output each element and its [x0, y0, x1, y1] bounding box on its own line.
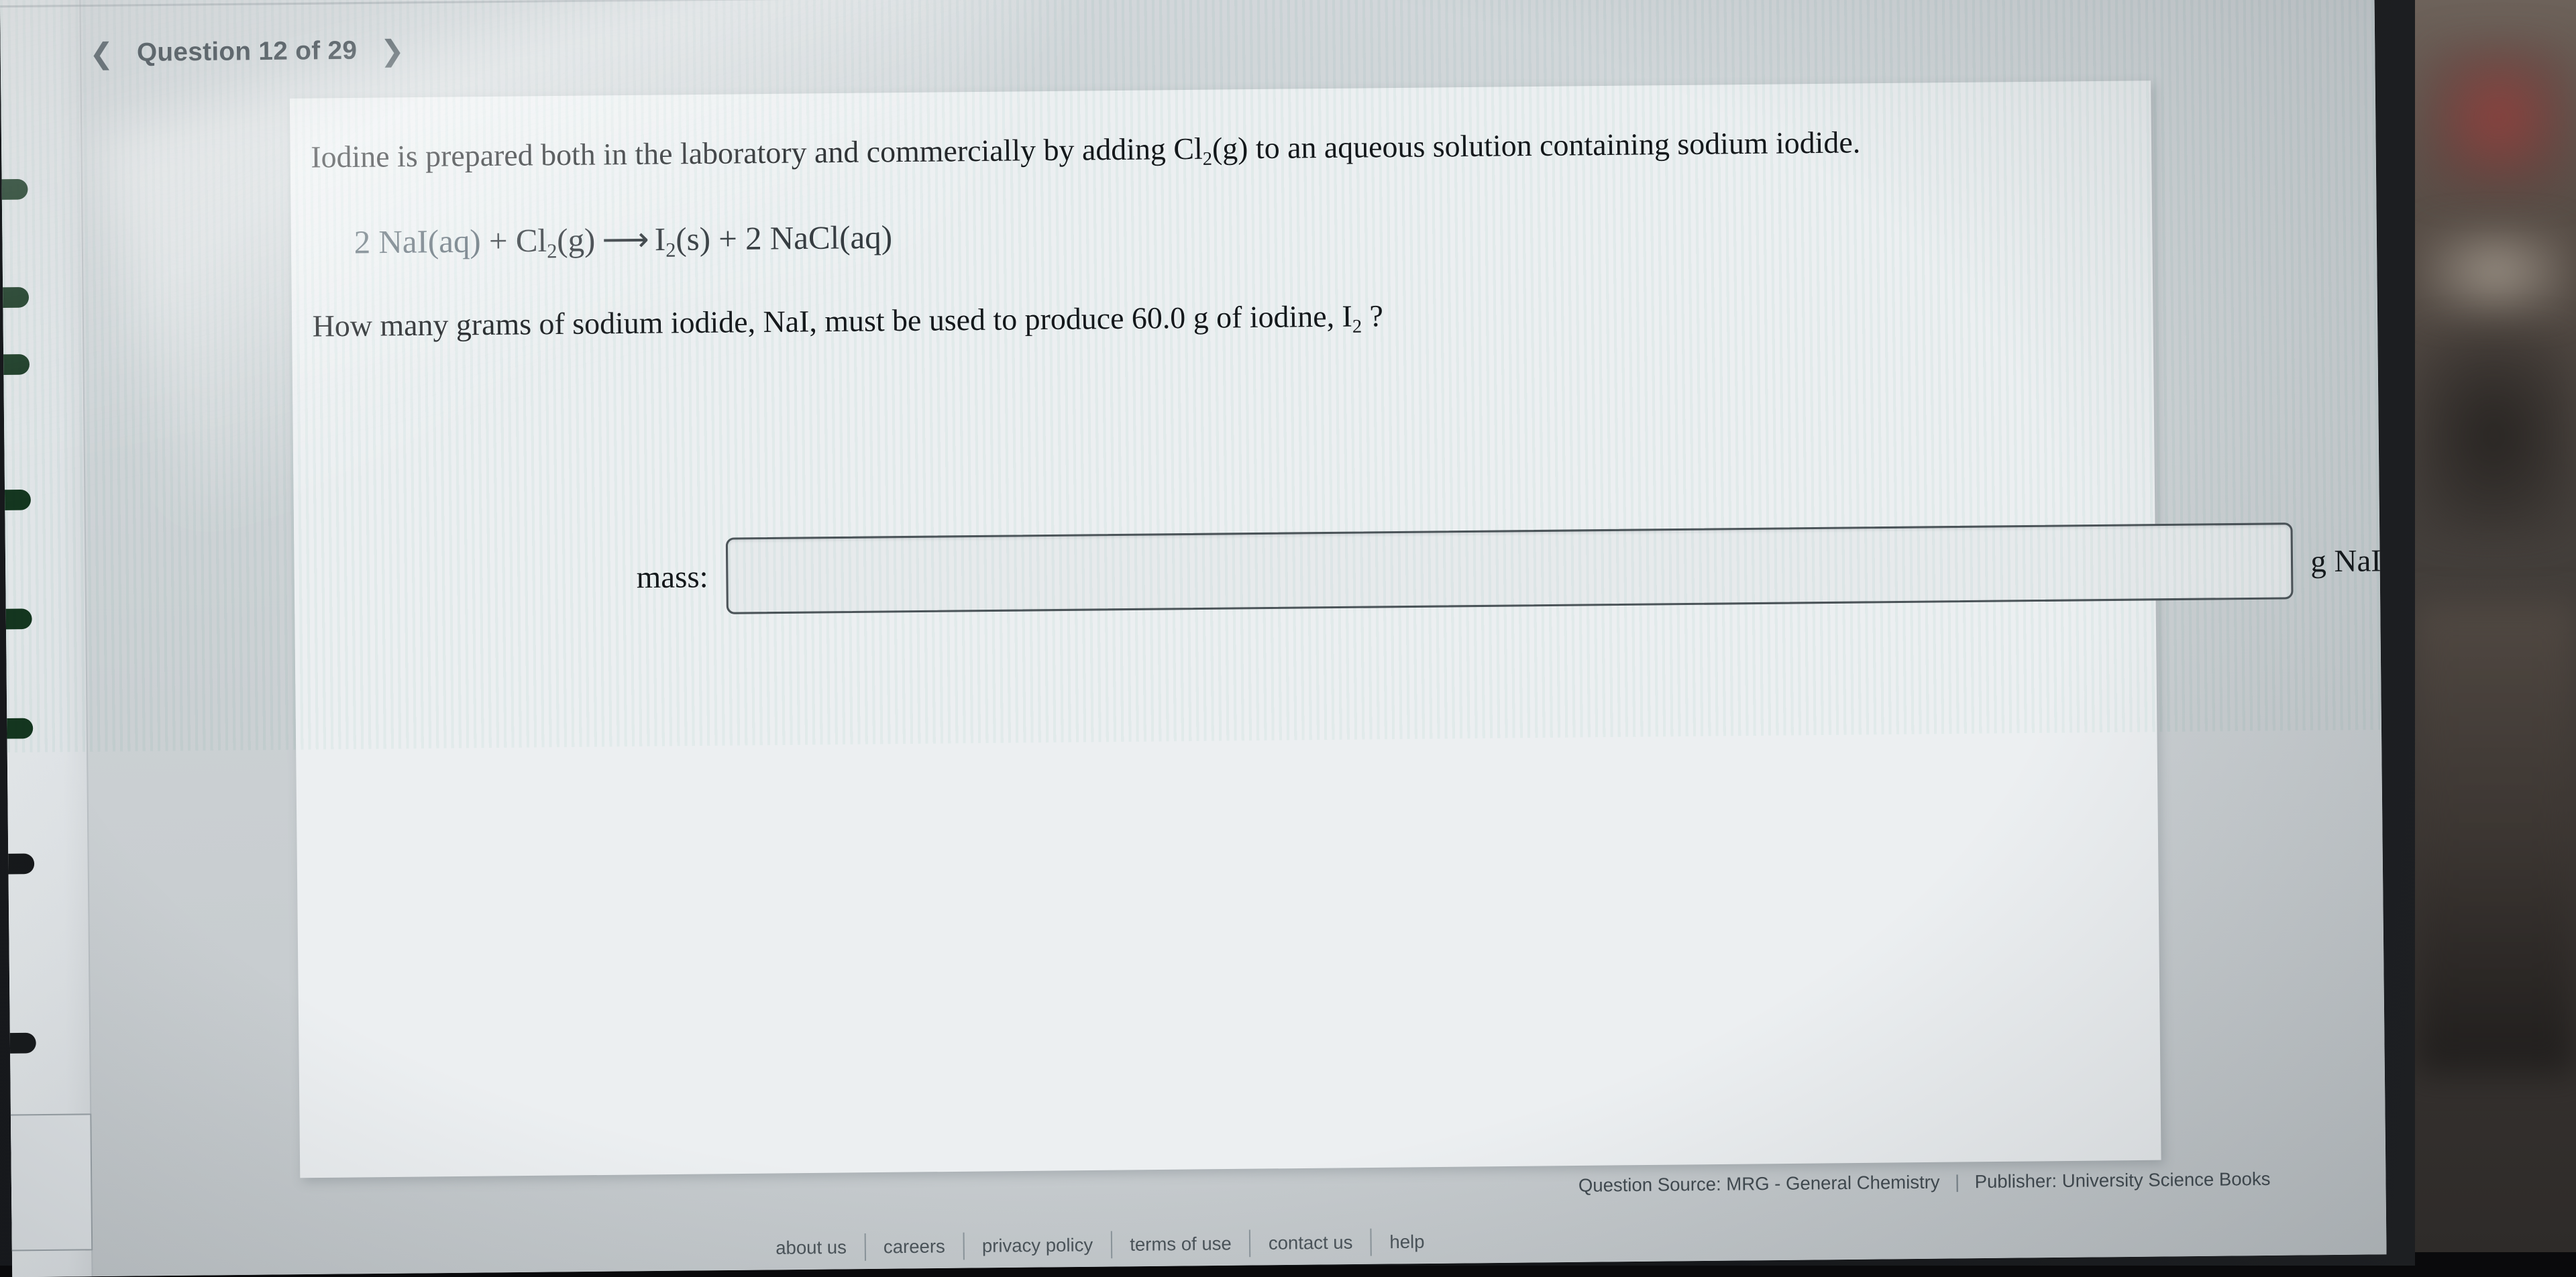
equation-product-2: 2 NaCl(aq) — [745, 219, 892, 257]
chevron-right-icon[interactable]: ❯ — [380, 36, 405, 65]
sidebar-pill-3[interactable] — [0, 354, 30, 375]
footer-link-help[interactable]: help — [1372, 1231, 1442, 1253]
equation-product-1-formula: I — [655, 221, 666, 258]
equation-reactant-2-subscript: 2 — [547, 239, 557, 262]
browser-sidebar[interactable] — [0, 0, 93, 1277]
mass-label: mass: — [636, 558, 708, 595]
equation-plus-1: + — [480, 223, 516, 260]
chemical-equation: 2 NaI(aq) + Cl2(g)⟶I2(s) + 2 NaCl(aq) — [354, 206, 2118, 261]
chevron-left-icon[interactable]: ❮ — [89, 39, 113, 68]
background-blur-red — [2422, 40, 2576, 195]
sidebar-pill-4[interactable] — [0, 490, 31, 510]
question-stem-part1: Iodine is prepared both in the laborator… — [311, 131, 1203, 174]
publisher: Publisher: University Science Books — [1974, 1168, 2270, 1192]
equation-product-1-subscript: 2 — [665, 239, 676, 262]
mass-input[interactable] — [726, 522, 2294, 614]
equation-reactant-2-state: (g) — [557, 222, 596, 259]
mass-unit-label: g NaI — [2310, 542, 2381, 579]
reaction-arrow-icon: ⟶ — [595, 220, 655, 259]
footer-link-careers[interactable]: careers — [865, 1235, 963, 1258]
equation-reactant-1: NaI(aq) — [378, 223, 481, 261]
background-blur-light — [2415, 221, 2576, 322]
equation-reactant-2-formula: Cl — [516, 223, 547, 260]
background-blur-dark — [2412, 335, 2576, 537]
sidebar-panel[interactable] — [4, 1113, 93, 1251]
sidebar-pill-2[interactable] — [0, 287, 29, 308]
background-blur-wall — [2415, 604, 2576, 1073]
equation-product-1-state: (s) — [676, 221, 710, 258]
question-stem: Iodine is prepared both in the laborator… — [311, 119, 2117, 178]
question-prompt-part1: How many grams of sodium iodide, NaI, mu… — [312, 299, 1352, 343]
page-title: Question 12 of 29 — [137, 36, 358, 68]
monitor-screen: ❮ Question 12 of 29 ❯ Iodine is prepared… — [0, 0, 2387, 1277]
attribution-separator: | — [1955, 1172, 1960, 1193]
question-navigation: ❮ Question 12 of 29 ❯ — [89, 36, 405, 68]
question-prompt-subscript: 2 — [1352, 316, 1362, 337]
equation-reactant-coefficient: 2 — [354, 224, 379, 260]
equation-plus-2: + — [710, 221, 746, 258]
question-body: Iodine is prepared both in the laborator… — [311, 95, 2119, 347]
footer-link-contact-us[interactable]: contact us — [1250, 1231, 1371, 1254]
sidebar-pill-1[interactable] — [0, 179, 28, 200]
footer-link-privacy-policy[interactable]: privacy policy — [964, 1234, 1111, 1257]
question-card: Iodine is prepared both in the laborator… — [290, 80, 2161, 1178]
question-stem-part2: (g) to an aqueous solution containing so… — [1212, 125, 1861, 166]
footer-link-about-us[interactable]: about us — [758, 1237, 865, 1259]
question-prompt: How many grams of sodium iodide, NaI, mu… — [312, 288, 2118, 347]
question-source: Question Source: MRG - General Chemistry — [1578, 1172, 1940, 1197]
question-prompt-part2: ? — [1362, 298, 1383, 333]
question-stem-subscript: 2 — [1203, 148, 1213, 170]
answer-row: mass: g NaI — [636, 522, 2381, 615]
